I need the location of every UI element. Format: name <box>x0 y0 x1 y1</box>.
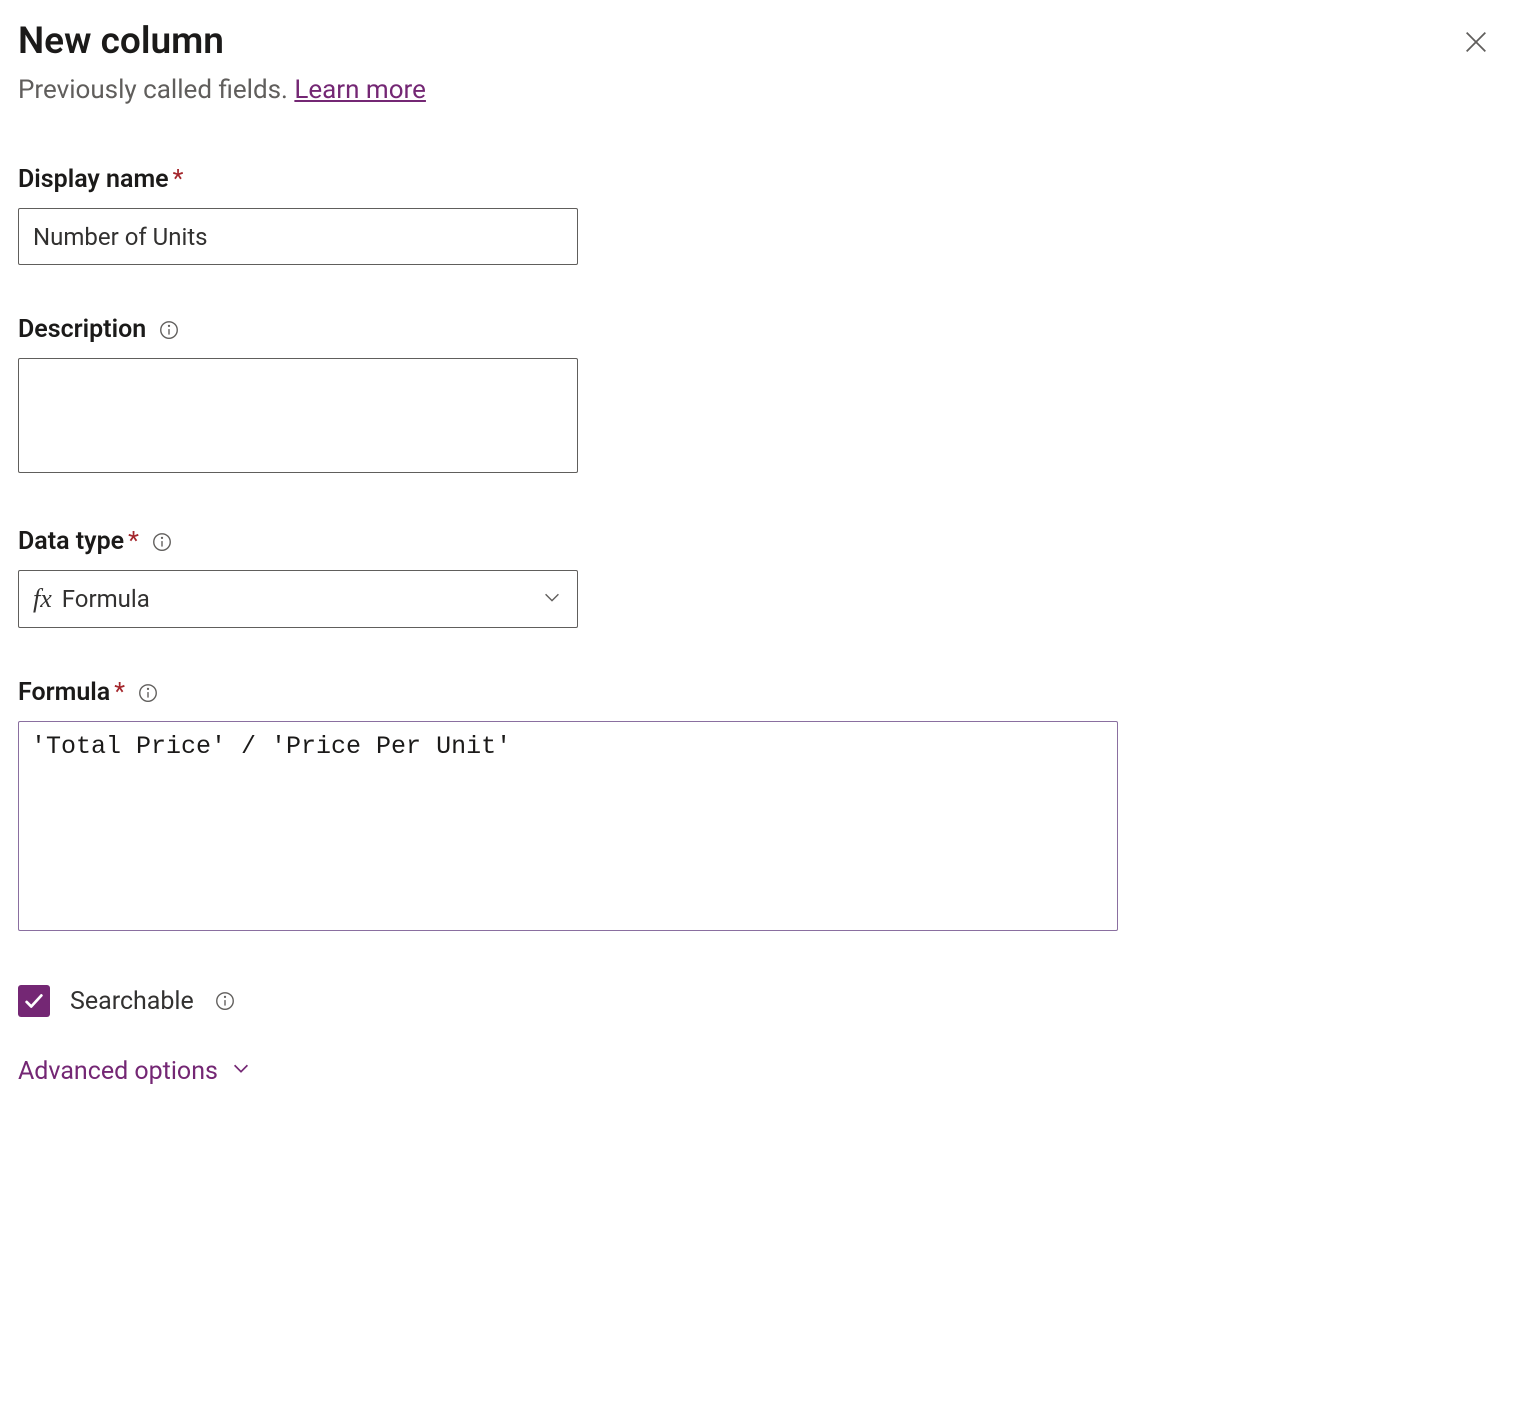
data-type-label: Data type* <box>18 527 173 556</box>
description-label: Description <box>18 315 180 344</box>
display-name-label: Display name* <box>18 165 183 194</box>
info-icon[interactable] <box>137 682 159 704</box>
info-icon[interactable] <box>158 319 180 341</box>
subtitle-text: Previously called fields. <box>18 75 294 105</box>
formula-label: Formula* <box>18 678 159 707</box>
display-name-label-text: Display name <box>18 165 169 194</box>
chevron-down-icon <box>541 586 563 612</box>
required-indicator: * <box>114 678 125 707</box>
close-icon <box>1462 44 1490 59</box>
advanced-options-label: Advanced options <box>18 1057 218 1086</box>
formula-icon: fx <box>33 584 52 614</box>
description-label-text: Description <box>18 315 146 344</box>
formula-field: Formula* <box>18 678 1498 935</box>
subtitle: Previously called fields. Learn more <box>18 75 426 105</box>
data-type-label-text: Data type <box>18 527 124 556</box>
searchable-label: Searchable <box>70 987 194 1016</box>
data-type-select[interactable]: fx Formula <box>18 570 578 628</box>
display-name-field: Display name* <box>18 165 1498 265</box>
description-input[interactable] <box>18 358 578 473</box>
info-icon[interactable] <box>151 531 173 553</box>
description-field: Description <box>18 315 1498 477</box>
data-type-value: Formula <box>62 585 541 613</box>
chevron-down-icon <box>230 1057 252 1086</box>
required-indicator: * <box>173 165 184 194</box>
searchable-field: Searchable <box>18 985 1498 1017</box>
page-title: New column <box>18 20 426 63</box>
searchable-checkbox[interactable] <box>18 985 50 1017</box>
display-name-input[interactable] <box>18 208 578 265</box>
required-indicator: * <box>128 527 139 556</box>
form: Display name* Description Data type* <box>18 165 1498 1086</box>
advanced-options-toggle[interactable]: Advanced options <box>18 1057 252 1086</box>
formula-input[interactable] <box>18 721 1118 931</box>
close-button[interactable] <box>1454 20 1498 67</box>
title-block: New column Previously called fields. Lea… <box>18 20 426 105</box>
panel-header: New column Previously called fields. Lea… <box>18 20 1498 105</box>
learn-more-link[interactable]: Learn more <box>294 75 426 105</box>
data-type-field: Data type* fx Formula <box>18 527 1498 628</box>
formula-label-text: Formula <box>18 678 110 707</box>
info-icon[interactable] <box>214 990 236 1012</box>
